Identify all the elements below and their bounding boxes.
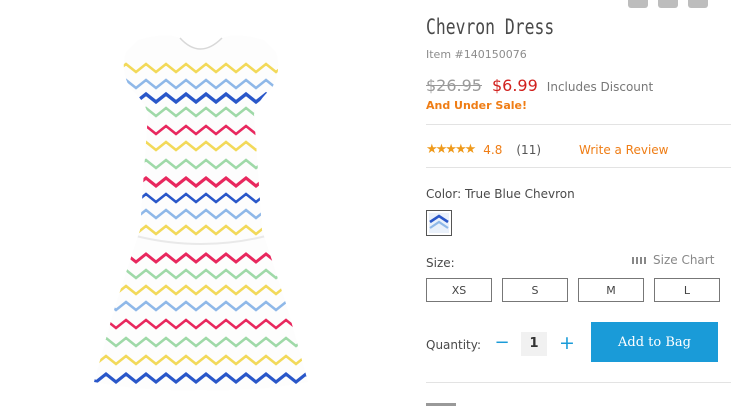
quantity-increase-button[interactable]: +	[558, 332, 576, 354]
size-label: Size:	[426, 256, 455, 270]
size-chart-label: Size Chart	[653, 253, 715, 267]
chevron-swatch-icon	[429, 213, 449, 233]
quantity-label: Quantity:	[426, 338, 482, 352]
divider	[426, 382, 731, 383]
size-chart-link[interactable]: Size Chart	[632, 253, 714, 267]
size-option-m[interactable]: M	[578, 278, 644, 302]
rating-row: ★★★★★ 4.8 (11) Write a Review	[426, 142, 669, 157]
sale-price: $6.99	[491, 76, 538, 95]
rating-count[interactable]: (11)	[516, 143, 541, 157]
facebook-icon[interactable]	[658, 0, 678, 8]
quantity-decrease-button[interactable]: −	[494, 332, 510, 354]
original-price: $26.95	[426, 76, 482, 95]
size-options: XS S M L	[426, 278, 720, 302]
size-option-xs[interactable]: XS	[426, 278, 492, 302]
email-icon[interactable]	[688, 0, 708, 8]
details-heading-cropped	[426, 399, 456, 406]
divider	[426, 167, 731, 168]
rating-value: 4.8	[483, 142, 503, 157]
add-to-bag-button[interactable]: Add to Bag	[591, 322, 718, 362]
discount-note: Includes Discount	[546, 80, 654, 94]
share-icons	[628, 0, 708, 8]
color-label: Color: True Blue Chevron	[426, 187, 575, 201]
size-option-l[interactable]: L	[654, 278, 720, 302]
divider	[426, 124, 731, 125]
write-review-link[interactable]: Write a Review	[579, 143, 668, 157]
color-swatch-true-blue-chevron[interactable]	[426, 210, 452, 236]
share-icon[interactable]	[628, 0, 648, 8]
product-image[interactable]	[76, 30, 326, 396]
ruler-icon	[632, 256, 647, 264]
quantity-input[interactable]: 1	[521, 332, 547, 356]
rating-stars-icon[interactable]: ★★★★★	[426, 142, 476, 157]
sale-note: And Under Sale!	[426, 99, 527, 112]
item-number: Item #140150076	[426, 48, 527, 61]
size-option-s[interactable]: S	[502, 278, 568, 302]
price-row: $26.95 $6.99 Includes Discount	[426, 76, 653, 95]
product-title: Chevron Dress	[426, 15, 555, 39]
